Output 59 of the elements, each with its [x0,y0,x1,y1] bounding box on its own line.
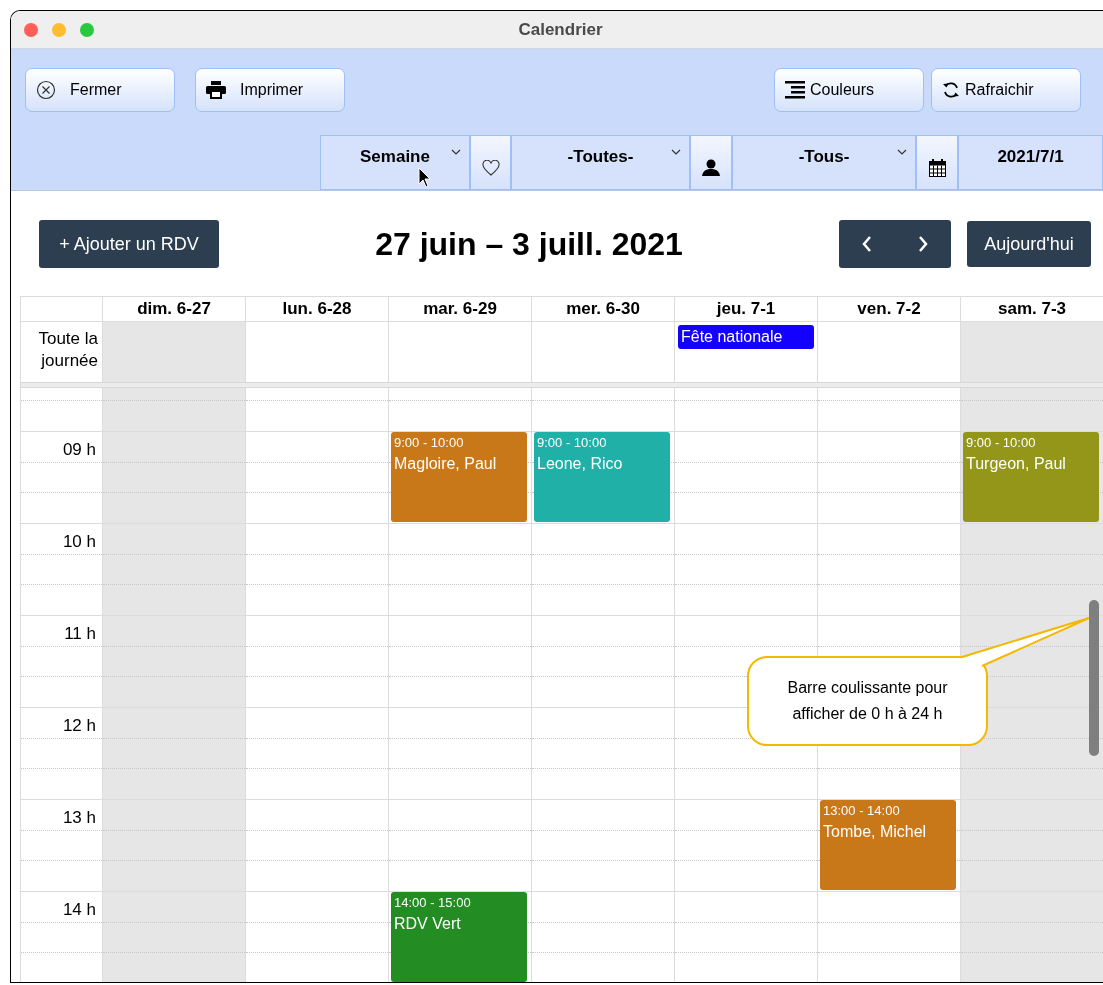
print-button[interactable]: Imprimer [195,68,345,112]
refresh-icon [942,81,960,99]
chevron-down-icon [897,149,907,155]
printer-icon [206,81,226,99]
appointment-name: Magloire, Paul [394,454,498,474]
day-header: ven. 7-2 [857,298,921,321]
close-window-button[interactable] [24,23,38,37]
day-header: jeu. 7-1 [716,298,776,321]
day-header: dim. 6-27 [137,298,211,321]
hour-label: 14 h [62,899,96,921]
day-header: sam. 7-3 [997,298,1066,321]
minimize-window-button[interactable] [52,23,66,37]
appointment-name: Turgeon, Paul [966,454,1067,474]
appointment-name: Tombe, Michel [823,822,928,842]
calendar-icon [928,158,946,177]
appointment[interactable]: 14:00 - 15:00 RDV Vert [391,892,527,982]
all-day-event[interactable]: Fête nationale [678,325,814,349]
today-button[interactable]: Aujourd'hui [967,221,1091,267]
hour-label: 09 h [62,439,96,461]
appointment-name: Leone, Rico [537,454,624,474]
chevron-down-icon [451,149,461,155]
favorites-button[interactable] [470,135,511,190]
view-dropdown[interactable]: Semaine [320,135,470,190]
refresh-button[interactable]: Rafraichir [931,68,1081,112]
close-button[interactable]: Fermer [25,68,175,112]
person-icon [702,159,720,176]
category-dropdown[interactable]: -Toutes- [511,135,690,190]
appointment-time: 9:00 - 10:00 [537,435,608,451]
hour-label: 11 h [64,623,96,645]
zoom-window-button[interactable] [80,23,94,37]
chevron-down-icon [671,149,681,155]
appointment-time: 9:00 - 10:00 [394,435,465,451]
day-header: lun. 6-28 [282,298,352,321]
lines-icon [785,81,805,99]
appointment-time: 13:00 - 14:00 [823,803,901,819]
mouse-cursor-icon [418,167,431,188]
chevron-left-icon [862,236,872,252]
callout: Barre coulissante pour afficher de 0 h à 24 h [747,656,988,746]
person-dropdown[interactable]: -Tous- [732,135,916,190]
appointment-name: RDV Vert [394,914,462,934]
week-title: 27 juin – 3 juill. 2021 [375,225,683,264]
appointment-time: 14:00 - 15:00 [394,895,472,911]
colors-button[interactable]: Couleurs [774,68,924,112]
person-button[interactable] [690,135,732,190]
hour-label: 13 h [62,807,96,829]
day-header: mar. 6-29 [423,298,497,321]
calendar-button[interactable] [916,135,958,190]
all-day-label: Toute la journée [37,328,98,372]
heart-icon [481,159,500,176]
day-header: mer. 6-30 [566,298,640,321]
add-appointment-button[interactable]: + Ajouter un RDV [39,220,219,268]
date-field[interactable]: 2021/7/1 [958,135,1103,190]
chevron-right-icon [918,236,928,252]
close-icon [36,80,56,100]
scrollbar-thumb[interactable] [1089,600,1099,756]
hour-label: 12 h [62,715,96,737]
appointment-time: 9:00 - 10:00 [966,435,1037,451]
window-title: Calendrier [518,18,603,41]
hour-label: 10 h [62,531,96,553]
